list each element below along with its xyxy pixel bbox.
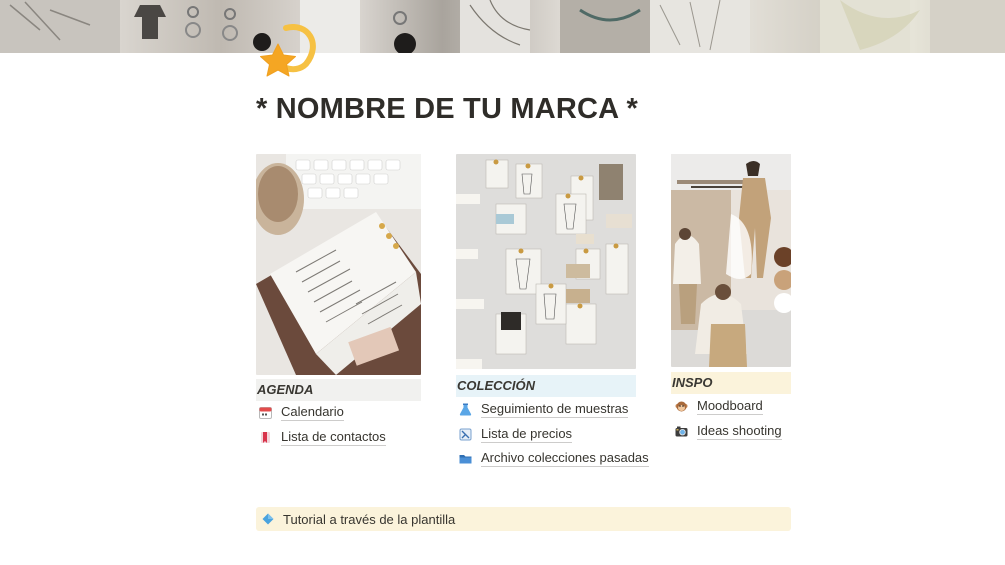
tutorial-callout[interactable]: Tutorial a través de la plantilla [256,507,791,531]
cover-image [0,0,1005,53]
lista-de-contactos-link[interactable]: Lista de contactos [258,426,386,448]
inspiration-collage-photo [671,154,791,367]
calendario-link[interactable]: Calendario [258,401,344,423]
diamond-icon [261,512,275,526]
folder-icon [458,451,473,466]
lista-de-precios-link[interactable]: Lista de precios [458,423,573,445]
seguimiento-de-muestras-link[interactable]: Seguimiento de muestras [458,398,629,420]
ideas-shooting-link[interactable]: Ideas shooting [674,420,782,442]
link-label: Moodboard [697,397,763,415]
link-label: Archivo colecciones pasadas [481,449,649,467]
cover-photo [0,0,1005,53]
calendar-icon [258,405,273,420]
fashion-sketches-wall-photo [456,154,636,369]
callout-text: Tutorial a través de la plantilla [283,511,456,527]
star-icon[interactable] [256,24,318,80]
coleccion-section-label: COLECCIÓN [456,375,636,397]
planner-notebook-photo [256,154,421,375]
link-label: Seguimiento de muestras [481,400,629,418]
archivo-colecciones-pasadas-link[interactable]: Archivo colecciones pasadas [458,447,649,469]
agenda-section-label: AGENDA [256,379,421,401]
page-title[interactable]: * NOMBRE DE TU MARCA * [256,93,638,126]
flask-icon [458,402,473,417]
bookmark-icon [258,430,273,445]
monkey-icon [674,399,689,414]
inspo-section-label: INSPO [671,372,791,394]
price-tag-icon [458,427,473,442]
link-label: Calendario [281,403,344,421]
camera-icon [674,424,689,439]
moodboard-link[interactable]: Moodboard [674,395,763,417]
link-label: Lista de precios [481,425,573,443]
link-label: Ideas shooting [697,422,782,440]
link-label: Lista de contactos [281,428,386,446]
